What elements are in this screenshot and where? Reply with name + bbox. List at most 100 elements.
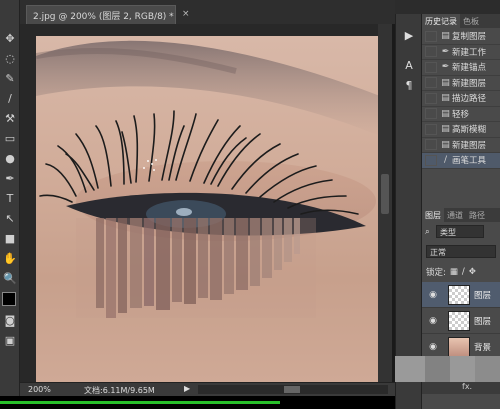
zoom-icon[interactable]: 🔍 [2, 270, 18, 286]
pen-icon: ✒ [441, 46, 450, 57]
status-bar: 200% 文档:6.11M/9.65M ▶ [20, 382, 395, 396]
layer-thumbnail [448, 284, 470, 305]
layers-panel-tabs: 图层 通道 路径 [422, 208, 500, 222]
lock-move-icon[interactable]: ✥ [469, 267, 476, 277]
history-item-label: 新建图层 [452, 78, 487, 89]
layer-thumbnail [448, 310, 470, 331]
document-tab[interactable]: 2.jpg @ 200% (图层 2, RGB/8) * [26, 5, 176, 24]
zoom-level[interactable]: 200% [28, 385, 51, 394]
hand-icon[interactable]: ✋ [2, 250, 18, 266]
history-item[interactable]: ▤ 描边路径 [422, 91, 500, 107]
history-item-selected[interactable]: / 画笔工具 [422, 153, 500, 169]
lasso-icon[interactable]: ◌ [2, 50, 18, 66]
history-item[interactable]: ▤ 复制图层 [422, 29, 500, 45]
history-checkbox[interactable] [425, 123, 437, 135]
brush-icon[interactable]: / [2, 90, 18, 106]
history-item[interactable]: ▤ 新建图层 [422, 76, 500, 91]
tab-paths[interactable]: 路径 [466, 208, 488, 222]
status-menu-arrow-icon[interactable]: ▶ [184, 384, 190, 393]
history-item-label: 新建工作 [452, 47, 487, 58]
history-list: ▤ 复制图层 ✒ 新建工作 ✒ 新建锚点 ▤ 新建图层 ▤ 描边路径 ▤ 轻移 ▤ 高斯模糊 … [422, 29, 500, 169]
document-tab-bar: 2.jpg @ 200% (图层 2, RGB/8) * × [20, 0, 395, 24]
type-icon[interactable]: T [2, 190, 18, 206]
layer-filter-row: ⌕ 类型 [422, 224, 500, 239]
tab-history[interactable]: 历史记录 [422, 14, 460, 28]
character-icon[interactable]: A [400, 56, 418, 74]
blend-mode-dropdown[interactable]: 正常 [426, 245, 496, 258]
history-item-label: 画笔工具 [452, 156, 487, 167]
eye-visibility-icon[interactable]: ◉ [426, 316, 440, 326]
blur-icon[interactable]: ● [2, 150, 18, 166]
canvas-area[interactable] [20, 24, 380, 382]
eye-photo-artwork [36, 40, 380, 318]
layer-icon: ▤ [441, 31, 450, 42]
lock-label: 锁定: [426, 267, 446, 278]
foreground-color-swatch[interactable] [2, 292, 16, 306]
vertical-scroll-thumb[interactable] [381, 174, 389, 214]
brush-icon: / [443, 155, 448, 166]
fx-icon[interactable]: fx. [462, 382, 472, 391]
history-checkbox[interactable] [425, 92, 437, 104]
shape-icon[interactable]: ■ [2, 230, 18, 246]
quick-mask-icon[interactable]: ◙ [2, 312, 18, 328]
play-icon[interactable]: ▶ [400, 26, 418, 44]
pixelated-overlay [450, 356, 475, 382]
horizontal-scroll-thumb[interactable] [284, 386, 300, 393]
pen-icon[interactable]: ✒ [2, 170, 18, 186]
history-item[interactable]: ▤ 新建图层 [422, 138, 500, 153]
tab-layers[interactable]: 图层 [422, 208, 444, 222]
lock-transparency-icon[interactable]: ▦ [450, 267, 458, 277]
lock-paint-icon[interactable]: / [462, 267, 465, 277]
blend-mode-row: 正常 [422, 244, 500, 259]
lock-row: 锁定: ▦ / ✥ [422, 264, 500, 279]
screen-mode-icon[interactable]: ▣ [2, 332, 18, 348]
history-item-label: 新建图层 [452, 140, 487, 151]
layer-row[interactable]: ◉ 图层 [422, 308, 500, 334]
pixelated-overlay [425, 356, 450, 382]
tab-channels[interactable]: 通道 [444, 208, 466, 222]
eraser-icon[interactable]: ▭ [2, 130, 18, 146]
history-item[interactable]: ▤ 轻移 [422, 107, 500, 122]
layer-name[interactable]: 图层 [474, 315, 491, 327]
history-item[interactable]: ✒ 新建工作 [422, 45, 500, 60]
document-size: 文档:6.11M/9.65M [84, 386, 155, 395]
right-panel: 历史记录 色板 ▤ 复制图层 ✒ 新建工作 ✒ 新建锚点 ▤ 新建图层 ▤ 描边路径 ▤ 轻… [421, 14, 500, 409]
history-item-label: 高斯模糊 [452, 125, 487, 136]
path-select-icon[interactable]: ↖ [2, 210, 18, 226]
layer-filter-dropdown[interactable]: 类型 [436, 225, 484, 238]
history-item-label: 描边路径 [452, 94, 487, 105]
vertical-scrollbar[interactable] [378, 24, 392, 382]
tools-panel: ✥ ◌ ✎ / ⚒ ▭ ● ✒ T ↖ ■ ✋ 🔍 ◙ ▣ [0, 0, 20, 409]
history-checkbox[interactable] [425, 46, 437, 58]
paragraph-icon[interactable]: ¶ [400, 76, 418, 94]
close-icon[interactable]: × [182, 9, 190, 19]
history-checkbox[interactable] [425, 139, 437, 151]
clone-stamp-icon[interactable]: ⚒ [2, 110, 18, 126]
tab-swatches[interactable]: 色板 [460, 14, 482, 28]
layer-name[interactable]: 背景 [474, 341, 491, 353]
history-checkbox[interactable] [425, 61, 437, 73]
eye-visibility-icon[interactable]: ◉ [426, 290, 440, 300]
history-panel-tabs: 历史记录 色板 [422, 14, 500, 28]
horizontal-scrollbar[interactable] [198, 385, 388, 394]
collapsed-panel-dock: ▶ A ¶ [395, 14, 421, 409]
history-item[interactable]: ✒ 新建锚点 [422, 60, 500, 76]
layer-icon: ▤ [441, 139, 450, 150]
layer-name[interactable]: 图层 [474, 289, 491, 301]
layer-icon: ▤ [441, 77, 450, 88]
history-checkbox[interactable] [425, 77, 437, 89]
progress-fill [0, 401, 280, 404]
history-item[interactable]: ▤ 高斯模糊 [422, 122, 500, 138]
panel-top-strip [395, 0, 500, 14]
history-checkbox[interactable] [425, 108, 437, 120]
eye-photo[interactable] [36, 36, 380, 382]
layer-row[interactable]: ◉ 图层 [422, 282, 500, 308]
pixelated-overlay [475, 356, 500, 382]
quick-select-icon[interactable]: ✎ [2, 70, 18, 86]
layer-icon: ▤ [441, 108, 450, 119]
move-icon[interactable]: ✥ [2, 30, 18, 46]
history-checkbox[interactable] [425, 154, 437, 166]
layer-icon: ▤ [441, 124, 450, 135]
history-checkbox[interactable] [425, 30, 437, 42]
eye-visibility-icon[interactable]: ◉ [426, 342, 440, 352]
